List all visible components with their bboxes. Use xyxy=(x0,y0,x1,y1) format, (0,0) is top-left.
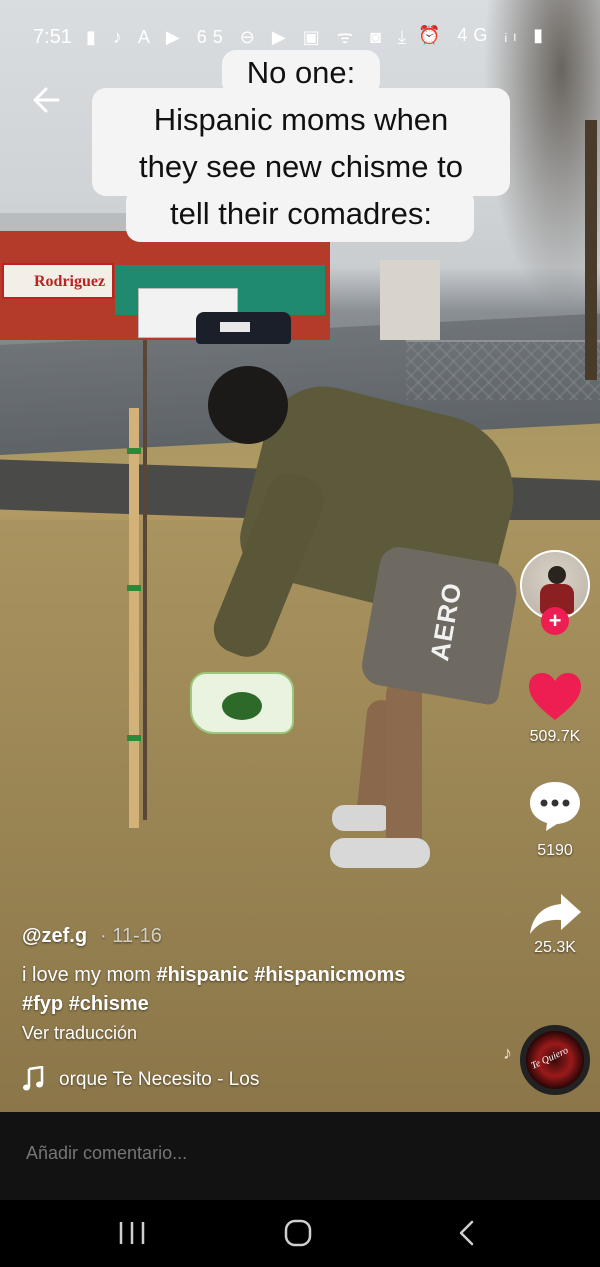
person-head xyxy=(208,366,288,444)
music-title[interactable]: orque Te Necesito - Los xyxy=(59,1069,287,1091)
follow-button[interactable]: + xyxy=(541,607,569,635)
back-arrow-icon[interactable] xyxy=(28,80,68,120)
status-time: 7:51 xyxy=(33,26,72,48)
description-text: i love my mom xyxy=(22,964,157,986)
post-description: i love my mom #hispanic #hispanicmoms #f… xyxy=(22,961,492,1019)
caption-line-2: Hispanic moms when xyxy=(153,102,449,137)
home-icon[interactable] xyxy=(278,1217,318,1249)
hashtag[interactable]: #chisme xyxy=(69,993,149,1015)
floating-note-icon: ♪ xyxy=(503,1043,512,1063)
share-count: 25.3K xyxy=(534,939,576,956)
post-date: · 11-16 xyxy=(100,925,162,947)
caption-line-4: tell their comadres: xyxy=(170,196,432,231)
recents-icon[interactable] xyxy=(112,1217,152,1249)
hashtag[interactable]: #hispanic xyxy=(156,964,248,986)
music-note-icon xyxy=(22,1065,44,1092)
like-button[interactable] xyxy=(520,672,590,727)
store-sign: Rodriguez xyxy=(2,263,114,299)
hashtag[interactable]: #hispanicmoms xyxy=(254,964,405,986)
nav-back-icon[interactable] xyxy=(448,1217,488,1249)
see-translation-link[interactable]: Ver traducción xyxy=(22,1023,137,1044)
caption-line-3: they see new chisme to xyxy=(139,149,463,184)
comment-bubble-icon xyxy=(530,782,580,831)
water-jug xyxy=(190,672,294,734)
status-system-icons: ⏰ 4G ᵢₗ ▮ xyxy=(418,25,550,45)
share-button[interactable] xyxy=(520,892,590,941)
share-arrow-icon xyxy=(530,894,581,934)
caption-line-1: No one: xyxy=(246,55,356,90)
like-count: 509.7K xyxy=(529,728,581,745)
comment-button[interactable] xyxy=(520,780,590,837)
person-shoe xyxy=(332,805,392,831)
creator-username[interactable]: @zef.g xyxy=(22,925,87,948)
add-comment-input[interactable] xyxy=(26,1143,426,1164)
tree-trunk xyxy=(585,120,597,380)
tree-tie xyxy=(127,448,141,454)
sapling-tree xyxy=(143,340,147,820)
music-disc[interactable]: Te Quiero xyxy=(520,1025,590,1095)
person-shoe xyxy=(330,838,430,868)
background-police-car xyxy=(196,312,291,344)
tree-stake xyxy=(129,408,139,828)
tree-tie xyxy=(127,585,141,591)
comment-count: 5190 xyxy=(537,842,573,859)
background-building xyxy=(380,260,440,340)
person-leg xyxy=(386,680,422,850)
person-shorts: AERO xyxy=(358,543,522,707)
hashtag[interactable]: #fyp xyxy=(22,993,63,1015)
heart-icon xyxy=(529,673,581,720)
status-notification-icons: ▮ ♪ A ▶ 65 ⊖ ▶ ▣ ᯤ ◙ ⤓ xyxy=(86,27,412,47)
tree-tie xyxy=(127,735,141,741)
